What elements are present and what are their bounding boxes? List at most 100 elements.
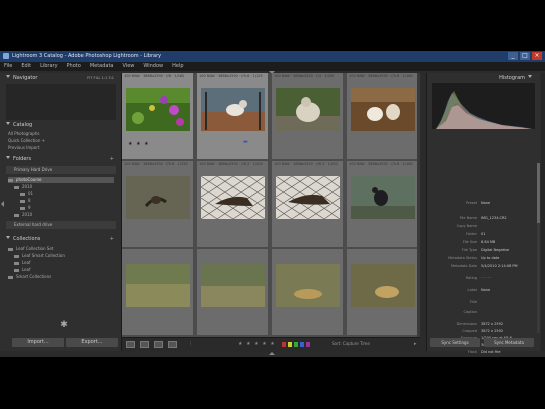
grid-cell[interactable]: 100 RAW · 3888x2592 · f/6.3 · 1/200 (197, 161, 269, 248)
folder-item[interactable]: photoCourse (8, 177, 114, 183)
cell-rating[interactable]: ★ ★ ★ (128, 141, 150, 147)
menu-edit[interactable]: Edit (21, 62, 31, 71)
menu-file[interactable]: File (4, 62, 12, 71)
add-collection-icon[interactable]: + (110, 235, 114, 244)
menu-help[interactable]: Help (172, 62, 183, 71)
metadata-label: Caption (463, 310, 477, 314)
menu-view[interactable]: View (123, 62, 135, 71)
thumbnail-cheetah-grass[interactable] (126, 264, 190, 307)
collection-item[interactable]: Leaf (14, 260, 114, 266)
collapse-triangle-icon (6, 156, 10, 159)
volume-primary[interactable]: Primary Hard Drive (6, 166, 116, 174)
grid-cell[interactable]: 100 RAW · 3888x2592 · f/6.3 · 1/200 (272, 161, 344, 248)
compare-view-button[interactable] (154, 341, 163, 348)
menu-bar: File Edit Library Photo Metadata View Wi… (0, 62, 545, 71)
folder-item[interactable]: 9 (20, 205, 114, 211)
rating-stars[interactable]: ★ ★ ★ ★ ★ (238, 341, 276, 347)
folder-label: 2010 (22, 212, 33, 217)
thumbnail-bird-cage[interactable] (201, 176, 265, 219)
metadata-label: Label (467, 288, 477, 292)
grid-cell[interactable]: 100 RAW · 3888x2592 · f/4 · 1/200 (272, 73, 344, 160)
folder-item[interactable]: 01 (20, 191, 114, 197)
label-purple-swatch[interactable] (306, 342, 310, 347)
grid-cell[interactable] (347, 249, 419, 336)
collections-header[interactable]: Collections + (4, 235, 116, 244)
export-button[interactable]: Export... (66, 338, 118, 347)
toolbar-menu-icon[interactable]: ▸ (414, 341, 418, 347)
grid-cell[interactable] (272, 249, 344, 336)
thumbnail-cheetah-2[interactable] (351, 264, 415, 307)
add-folder-icon[interactable]: + (110, 155, 114, 164)
folder-label: 8 (28, 198, 31, 203)
menu-photo[interactable]: Photo (67, 62, 81, 71)
label-blue-swatch[interactable] (300, 342, 304, 347)
thumbnail-monkey[interactable] (276, 88, 340, 131)
grid-cell[interactable]: 100 RAW · 3888x2592 · f/5.6 · 1/125 ▬ (197, 73, 269, 160)
thumbnail-goats[interactable] (351, 88, 415, 131)
right-panel: Histogram Preset None File Name IMG_1234.… (426, 73, 540, 354)
show-filmstrip-triangle[interactable] (269, 352, 275, 355)
folder-icon (20, 199, 25, 203)
right-panel-scrollbar[interactable] (537, 163, 540, 333)
hide-left-panel-triangle[interactable] (1, 201, 4, 207)
sync-settings-button[interactable]: Sync Settings (430, 338, 480, 347)
library-toolbar: ⋮ ★ ★ ★ ★ ★ Sort: Capture Time ▸ (122, 337, 420, 352)
catalog-header[interactable]: Catalog (4, 121, 116, 130)
menu-metadata[interactable]: Metadata (90, 62, 114, 71)
menu-library[interactable]: Library (40, 62, 57, 71)
histogram-header[interactable]: Histogram (427, 74, 535, 83)
thumbnail-cat-on-fence[interactable] (201, 88, 265, 131)
sync-metadata-button[interactable]: Sync Metadata (484, 338, 534, 347)
metadata-preset-row[interactable]: Preset None (431, 200, 533, 206)
label-green-swatch[interactable] (294, 342, 298, 347)
volume-external[interactable]: External hard drive (6, 221, 116, 229)
minimize-button[interactable]: _ (508, 52, 518, 60)
catalog-title: Catalog (13, 122, 33, 128)
catalog-item[interactable]: Previous Import (8, 145, 114, 151)
collection-item[interactable]: Leaf Collection Set (8, 246, 114, 252)
close-button[interactable]: × (532, 52, 542, 60)
grid-cell[interactable]: 100 RAW · 3888x2592 · f/8 · 1/160 ★ ★ ★ (122, 73, 194, 160)
thumbnail-cheetah[interactable] (276, 264, 340, 307)
collection-item[interactable]: Leaf Smart Collection (14, 253, 114, 259)
thumbnail-cheetah-grass-2[interactable] (201, 264, 265, 307)
navigator-title: Navigator (13, 75, 38, 81)
import-button[interactable]: Import... (12, 338, 64, 347)
collection-item[interactable]: Smart Collections (8, 274, 114, 280)
thumbnail-bird-cage-2[interactable] (276, 176, 340, 219)
thumbnail-bird-branch[interactable] (126, 176, 190, 219)
grid-cell[interactable]: 100 RAW · 3888x2592 · f/5.6 · 1/250 (122, 161, 194, 248)
label-red-swatch[interactable] (282, 342, 286, 347)
folders-header[interactable]: Folders + (4, 155, 116, 164)
folder-item[interactable]: 2010 (14, 212, 114, 218)
folder-item[interactable]: 8 (20, 198, 114, 204)
sort-order[interactable]: Sort: Capture Time (332, 341, 370, 346)
grid-cell[interactable] (122, 249, 194, 336)
grid-cell[interactable]: 100 RAW · 3888x2592 · f/5.6 · 1/160 (347, 161, 419, 248)
loupe-view-button[interactable] (140, 341, 149, 348)
window-title: Lightroom 3 Catalog - Adobe Photoshop Li… (12, 53, 162, 59)
painter-icon[interactable]: ⋮ (188, 341, 194, 347)
navigator-zoom-modes[interactable]: FIT FILL 1:1 3:1 (87, 74, 114, 83)
navigator-header[interactable]: Navigator FIT FILL 1:1 3:1 (4, 74, 116, 83)
catalog-item[interactable]: Quick Collection + (8, 138, 114, 144)
collection-item[interactable]: Leaf (14, 267, 114, 273)
scrollbar-thumb[interactable] (537, 163, 540, 223)
metadata-label: Folder (466, 232, 477, 236)
label-field[interactable]: None (481, 287, 490, 293)
label-yellow-swatch[interactable] (288, 342, 292, 347)
thumbnail-flower[interactable] (126, 88, 190, 131)
grid-cell[interactable] (197, 249, 269, 336)
survey-view-button[interactable] (168, 341, 177, 348)
grid-scrollbar[interactable] (417, 73, 420, 337)
grid-cell[interactable]: 100 RAW · 3888x2592 · f/5.6 · 1/160 (347, 73, 419, 160)
catalog-item[interactable]: All Photographs (8, 131, 114, 137)
thumbnail-crow[interactable] (351, 176, 415, 219)
metadata-value[interactable]: IMG_1234.CR2 (481, 215, 507, 221)
menu-window[interactable]: Window (143, 62, 163, 71)
rating-field[interactable]: · · · · · (481, 275, 491, 281)
grid-view-button[interactable] (126, 341, 135, 348)
maximize-button[interactable]: □ (520, 52, 530, 60)
folder-item[interactable]: 2010 (14, 184, 114, 190)
navigator-preview[interactable] (6, 84, 116, 120)
